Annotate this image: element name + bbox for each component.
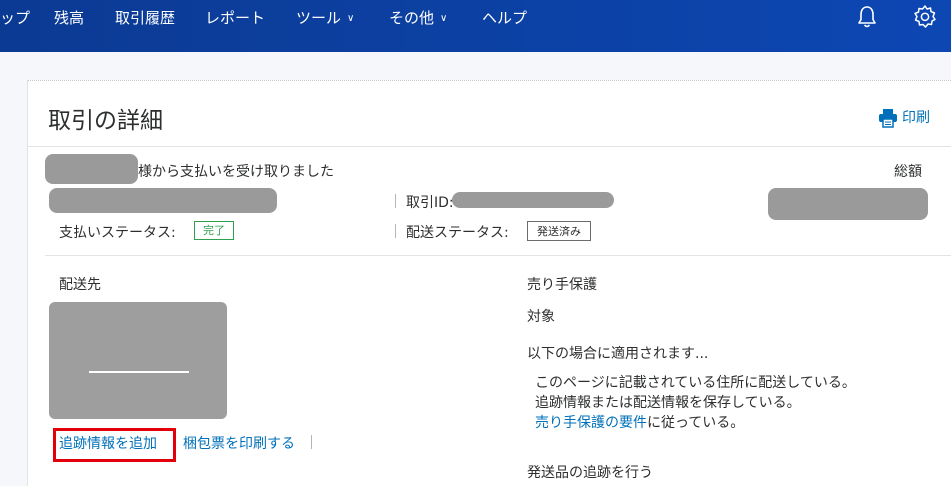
shipping-status-badge: 発送済み (527, 221, 591, 241)
payer-email-redacted (49, 188, 277, 213)
add-tracking-highlight (53, 428, 176, 462)
condition-requirements: 売り手保護の要件に従っている。 (535, 412, 744, 432)
transaction-details-card: 取引の詳細 印刷 様から支払いを受け取りました 総額 取引ID: 支払いステータ… (27, 80, 951, 486)
transaction-id-redacted (452, 192, 614, 208)
nav-item-more[interactable]: その他 ∨ (389, 8, 447, 31)
track-shipment-text: 発送品の追跡を行う (527, 465, 653, 481)
ship-to-label: 配送先 (59, 277, 101, 293)
page-title: 取引の詳細 (48, 108, 163, 134)
print-label: 印刷 (902, 110, 930, 126)
nav-item-help[interactable]: ヘルプ (482, 8, 527, 28)
print-link[interactable]: 印刷 (878, 107, 930, 128)
bell-icon[interactable] (854, 4, 880, 30)
requirements-suffix: に従っている。 (647, 415, 745, 431)
shipping-status-label: 配送ステータス: (406, 225, 509, 241)
separator (395, 194, 396, 208)
payer-name-redacted (45, 154, 138, 184)
gear-icon[interactable] (912, 4, 938, 30)
header-divider (28, 146, 951, 147)
separator (311, 435, 312, 449)
shipping-address-redacted (49, 302, 227, 419)
top-nav-bar: ップ 残高 取引履歴 レポート ツール ∨ その他 ∨ ヘルプ (0, 0, 951, 52)
condition-tracking: 追跡情報または配送情報を保存している。 (535, 395, 801, 411)
requirements-link[interactable]: 売り手保護の要件 (535, 415, 647, 431)
applies-when-text: 以下の場合に適用されます... (527, 346, 709, 362)
chevron-down-icon: ∨ (440, 13, 448, 24)
nav-item-tools-label: ツール (296, 9, 342, 27)
nav-item-balance[interactable]: 残高 (54, 8, 84, 28)
nav-item-more-label: その他 (389, 9, 435, 27)
nav-item-activity[interactable]: 取引履歴 (115, 8, 175, 28)
received-from-text: 様から支払いを受け取りました (138, 164, 334, 180)
seller-protection-title: 売り手保護 (527, 277, 597, 293)
payment-status-label: 支払いステータス: (59, 225, 176, 241)
total-label: 総額 (894, 164, 922, 180)
payment-status-badge: 完了 (194, 221, 234, 240)
seller-protection-eligibility: 対象 (527, 309, 555, 325)
nav-item-tools[interactable]: ツール ∨ (296, 8, 354, 31)
print-packing-slip-link[interactable]: 梱包票を印刷する (183, 433, 295, 453)
printer-icon (879, 109, 897, 128)
nav-item-reports[interactable]: レポート (205, 8, 265, 28)
transaction-id-label: 取引ID: (406, 195, 454, 211)
total-amount-redacted (768, 188, 928, 220)
chevron-down-icon: ∨ (347, 13, 355, 24)
address-line (89, 371, 189, 373)
nav-item-summary[interactable]: ップ (0, 8, 30, 28)
separator (395, 224, 396, 238)
condition-address: このページに記載されている住所に配送している。 (535, 375, 856, 391)
section-divider (45, 255, 951, 256)
